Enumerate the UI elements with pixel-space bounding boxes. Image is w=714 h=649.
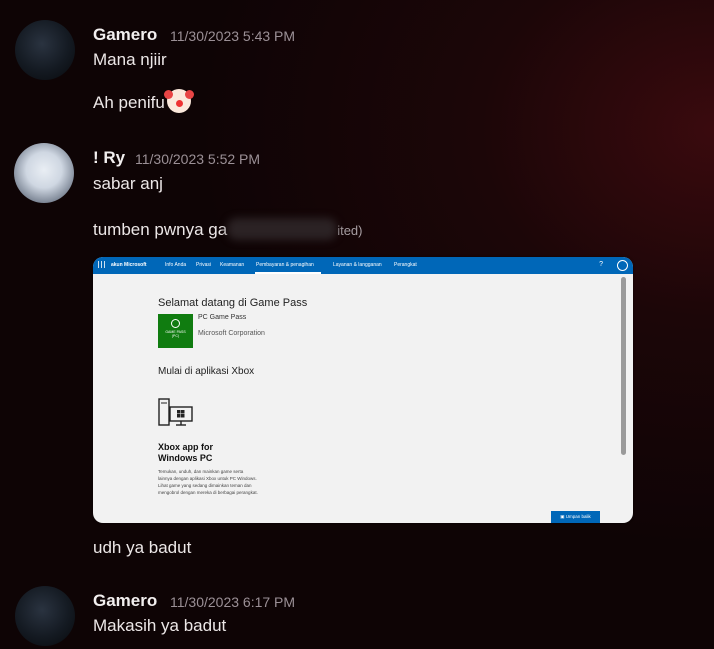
nav-item: Pembayaran & penagihan	[256, 262, 314, 268]
message-text-with-emoji: Ah penifu	[93, 89, 191, 113]
tile-sub: (PC)	[171, 334, 180, 338]
selected-tab-indicator	[255, 272, 321, 274]
product-name: PC Game Pass	[198, 314, 247, 321]
redaction-blur	[227, 218, 338, 240]
app-description: Temukan, unduh, dan mainkan game serta l…	[158, 469, 258, 495]
nav-item: Keamanan	[220, 262, 245, 268]
username[interactable]: Gamero	[93, 25, 157, 45]
message-text: tumben pwnya ga	[93, 220, 228, 239]
avatar[interactable]	[15, 586, 75, 646]
app-title: Xbox app for Windows PC	[158, 442, 214, 463]
avatar[interactable]	[14, 143, 74, 203]
app-launcher-icon	[98, 261, 105, 268]
clown-emoji-icon	[163, 89, 191, 113]
message-text: sabar anj	[93, 174, 163, 193]
account-icon	[617, 260, 628, 271]
timestamp: 11/30/2023 5:43 PM	[170, 28, 296, 44]
publisher: Microsoft Corporation	[198, 330, 265, 337]
feedback-button: ▣ Umpan balik	[551, 511, 600, 523]
scrollbar	[621, 277, 626, 455]
start-title: Mulai di aplikasi Xbox	[158, 366, 255, 377]
help-icon: ?	[599, 261, 603, 268]
nav-item: Privasi	[196, 262, 212, 268]
welcome-title: Selamat datang di Game Pass	[158, 297, 308, 309]
feedback-label: Umpan balik	[565, 514, 591, 519]
username[interactable]: ! Ry	[93, 148, 125, 168]
timestamp: 11/30/2023 6:17 PM	[170, 594, 296, 610]
message-text: udh ya badut	[93, 538, 192, 557]
nav-item: Layanan & langganan	[333, 262, 382, 268]
username[interactable]: Gamero	[93, 591, 157, 611]
avatar[interactable]	[15, 20, 75, 80]
nav-item: Perangkat	[394, 262, 417, 268]
message-text: Makasih ya badut	[93, 616, 227, 635]
ms-account-navbar: akun Microsoft Info Anda Privasi Keamana…	[93, 257, 633, 274]
message-text-redacted: tumben pwnya ga ited)	[93, 218, 363, 240]
nav-item: Info Anda	[165, 262, 187, 268]
image-attachment[interactable]: akun Microsoft Info Anda Privasi Keamana…	[93, 257, 633, 523]
message-text: Ah penifu	[93, 93, 165, 112]
edited-tag: ited)	[337, 223, 363, 238]
xbox-logo-icon	[171, 319, 180, 328]
nav-brand: akun Microsoft	[111, 262, 147, 268]
pc-monitor-icon	[158, 398, 193, 426]
timestamp: 11/30/2023 5:52 PM	[135, 151, 261, 167]
message-text: Mana njiir	[93, 50, 167, 69]
game-pass-tile: GAME PASS (PC)	[158, 314, 193, 348]
